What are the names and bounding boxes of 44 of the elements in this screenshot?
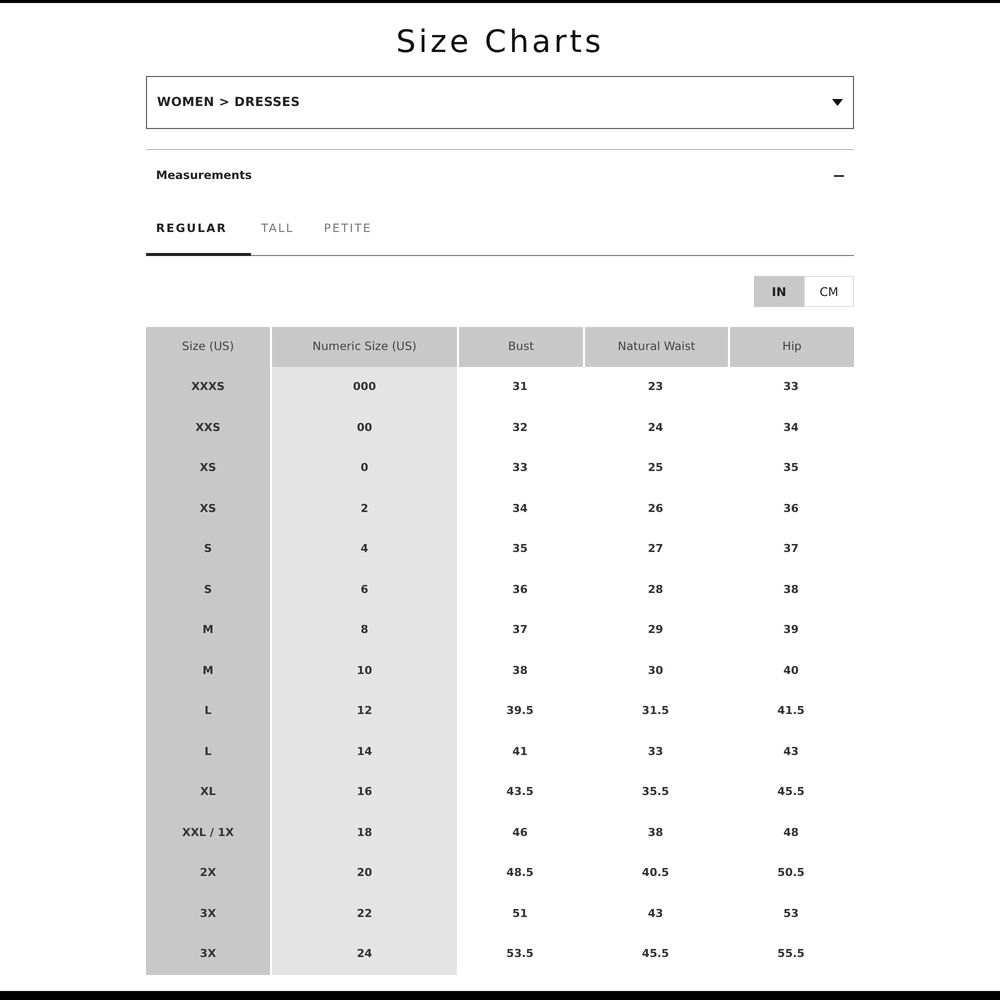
table-cell: 22 (270, 894, 457, 934)
table-cell: XL (146, 772, 270, 812)
table-cell: S (146, 570, 270, 610)
table-cell: XXL / 1X (146, 812, 270, 853)
table-cell: 6 (270, 570, 457, 610)
column-header: Size (US) (146, 327, 270, 367)
table-cell: M (146, 610, 270, 650)
table-cell: 0 (270, 448, 457, 488)
column-header: Natural Waist (583, 327, 728, 367)
column-header: Bust (457, 327, 583, 367)
table-cell: XS (146, 448, 270, 488)
table-cell: M (146, 650, 270, 691)
table-cell: 4 (270, 529, 457, 570)
table-cell: 00 (270, 408, 457, 448)
page-title: Size Charts (396, 23, 604, 61)
measurements-accordion[interactable]: Measurements (146, 150, 854, 202)
table-cell: 16 (270, 772, 457, 812)
table-cell: 18 (270, 812, 457, 853)
table-cell: L (146, 691, 270, 732)
table-cell: 20 (270, 853, 457, 894)
table-cell: XXS (146, 408, 270, 448)
table-cell: S (146, 529, 270, 570)
unit-toggle[interactable]: IN (754, 276, 804, 307)
tab[interactable]: TALL (251, 204, 314, 256)
table-cell: XXXS (146, 367, 270, 408)
table-cell: 14 (270, 732, 457, 772)
column-header: Hip (728, 327, 854, 367)
table-cell: 2 (270, 488, 457, 529)
table-cell: 8 (270, 610, 457, 650)
table-cell: 3X (146, 894, 270, 934)
table-cell: L (146, 732, 270, 772)
category-dropdown[interactable]: WOMEN > DRESSES (146, 76, 854, 129)
table-cell: 3X (146, 934, 270, 974)
table-cell: 10 (270, 650, 457, 691)
table-cell: 12 (270, 691, 457, 732)
caret-icon (832, 99, 843, 106)
column-header: Numeric Size (US) (270, 327, 457, 367)
table-cell: 000 (270, 367, 457, 408)
table-cell: XS (146, 488, 270, 529)
tab[interactable]: REGULAR (146, 204, 252, 256)
tab[interactable]: PETITE (314, 204, 392, 256)
table-cell: 2X (146, 853, 270, 894)
unit-toggle[interactable]: CM (804, 276, 854, 307)
table-cell: 24 (270, 934, 457, 974)
